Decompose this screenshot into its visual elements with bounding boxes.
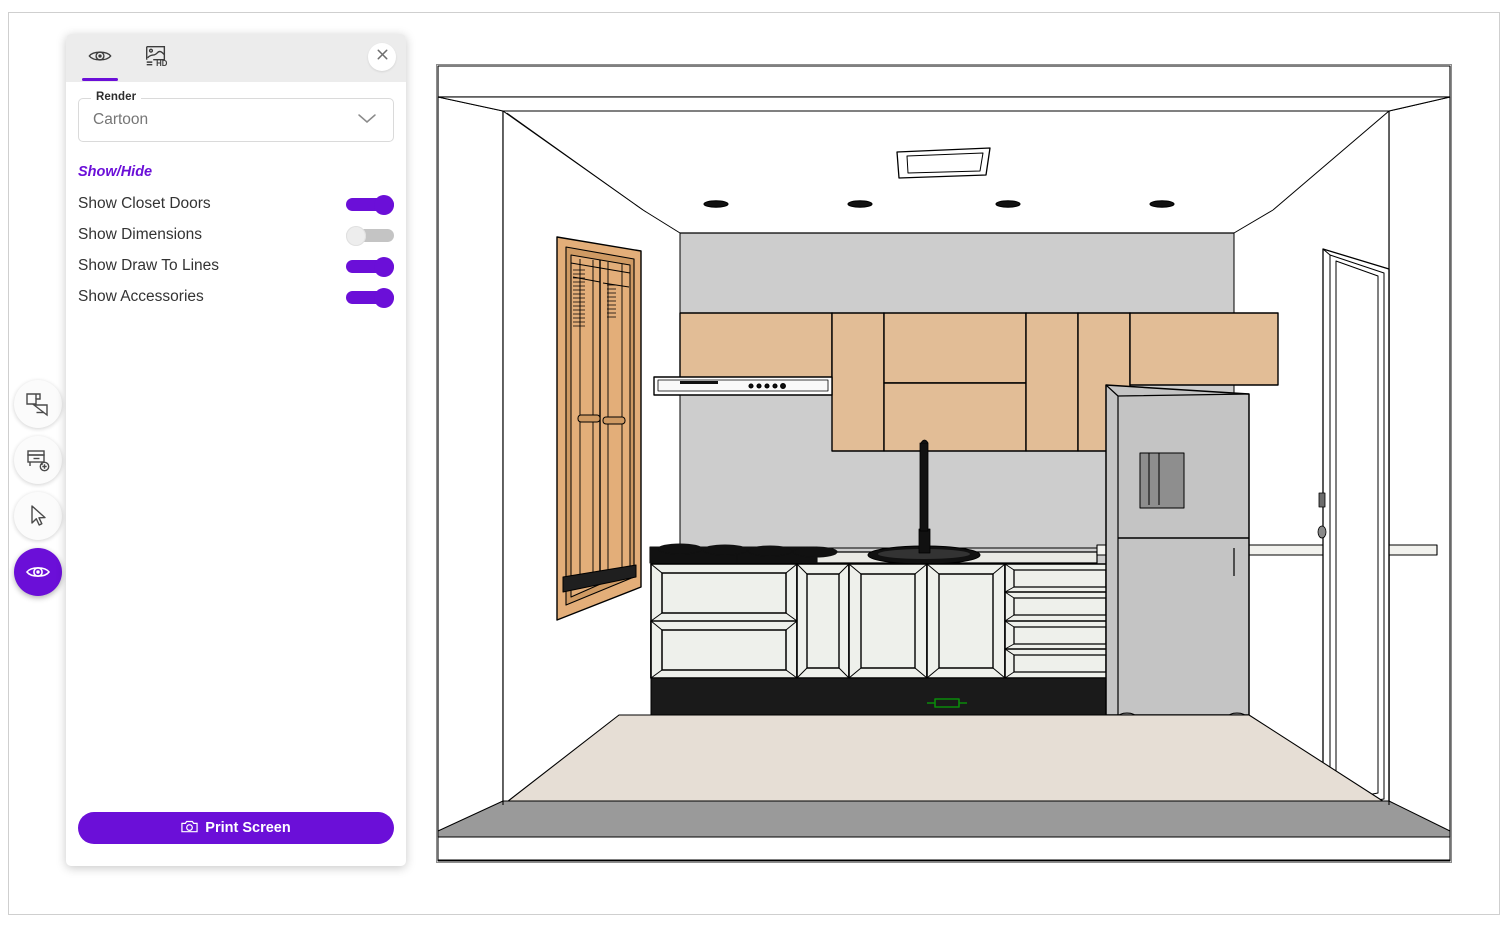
toggle-row-show-draw-to-lines: Show Draw To Lines [78, 250, 394, 281]
view-tool-button[interactable] [14, 548, 62, 596]
select-tool-button[interactable] [14, 492, 62, 540]
panel-footer: Print Screen [66, 812, 406, 866]
range-hood [653, 376, 833, 396]
left-toolbar [14, 380, 64, 596]
active-tab-indicator [82, 78, 118, 81]
app-root: HD Render Cartoon Show/Hide Show Closet … [0, 0, 1508, 927]
toggle-knob [346, 225, 366, 246]
camera-icon [181, 819, 198, 838]
view-settings-panel: HD Render Cartoon Show/Hide Show Closet … [66, 34, 406, 866]
print-screen-button[interactable]: Print Screen [78, 812, 394, 844]
ceiling-light-fixture [896, 147, 991, 179]
render-mode-label: Render [91, 91, 142, 103]
toggle-label: Show Dimensions [78, 225, 203, 243]
toggle-show-dimensions[interactable] [346, 225, 394, 246]
panel-tab-bar: HD [66, 34, 406, 82]
add-cabinet-tool-button[interactable] [14, 436, 62, 484]
close-icon [375, 47, 390, 67]
refrigerator [1105, 384, 1250, 722]
toggle-show-draw-to-lines[interactable] [346, 256, 394, 277]
toggle-row-show-dimensions: Show Dimensions [78, 219, 394, 250]
svg-text:HD: HD [156, 58, 168, 67]
toggle-knob [374, 256, 394, 277]
add-cabinet-icon [25, 447, 51, 473]
eye-icon [24, 558, 52, 586]
toe-kick [650, 677, 1116, 716]
hd-image-icon: HD [143, 43, 169, 74]
tab-view-settings[interactable] [80, 35, 120, 81]
toggle-knob [374, 287, 394, 308]
floor-plan-tool-button[interactable] [14, 380, 62, 428]
toggle-label: Show Accessories [78, 287, 204, 305]
kitchen-3d-canvas[interactable] [436, 64, 1452, 863]
render-mode-value: Cartoon [93, 111, 149, 128]
cursor-icon [25, 503, 51, 529]
toggle-label: Show Draw To Lines [78, 256, 220, 274]
toggle-row-show-accessories: Show Accessories [78, 281, 394, 312]
show-hide-section-title: Show/Hide [78, 164, 153, 180]
toggle-row-show-closet-doors: Show Closet Doors [78, 188, 394, 219]
gas-cooktop [649, 543, 838, 564]
panel-body: Render Cartoon Show/Hide Show Closet Doo… [66, 82, 406, 812]
base-cabinets [650, 563, 1116, 679]
print-screen-label: Print Screen [205, 820, 291, 836]
eye-icon [87, 43, 113, 74]
toggle-show-closet-doors[interactable] [346, 194, 394, 215]
entry-door [1317, 248, 1390, 813]
floor-plan-icon [25, 391, 51, 417]
toggle-label: Show Closet Doors [78, 194, 211, 212]
window-french-door [556, 236, 642, 621]
render-mode-select[interactable]: Render Cartoon [78, 91, 394, 142]
tab-hd-image[interactable]: HD [136, 35, 176, 81]
chevron-down-icon [355, 111, 379, 130]
close-panel-button[interactable] [368, 43, 396, 71]
toggle-knob [374, 194, 394, 215]
toggle-show-accessories[interactable] [346, 287, 394, 308]
